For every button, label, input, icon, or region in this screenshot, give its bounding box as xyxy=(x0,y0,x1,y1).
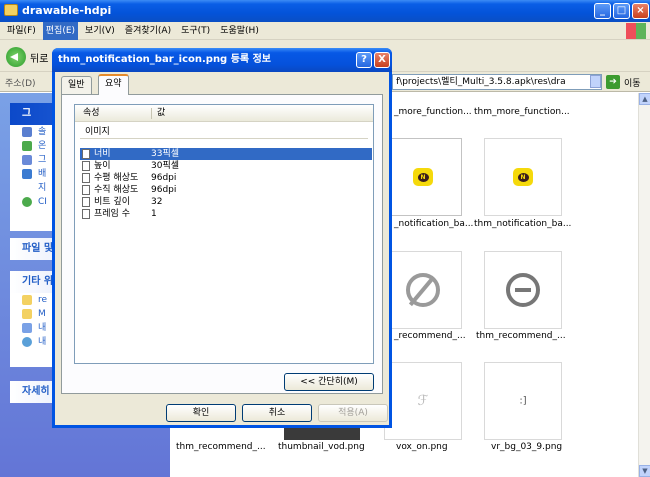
task-icon xyxy=(22,197,32,207)
menu-edit[interactable]: 편집(E) xyxy=(42,22,79,40)
document-icon xyxy=(82,185,90,195)
back-arrow-icon[interactable] xyxy=(6,47,26,67)
minimize-button[interactable]: _ xyxy=(594,3,611,19)
file-thumbnail[interactable] xyxy=(384,251,462,329)
window-title: drawable-hdpi xyxy=(22,4,112,17)
property-row[interactable]: 비트 깊이 32 xyxy=(80,196,372,208)
nine-patch-icon: :] xyxy=(519,395,527,407)
go-button-label[interactable]: 이동 xyxy=(624,76,641,89)
task-icon xyxy=(22,169,32,179)
file-thumbnail[interactable] xyxy=(484,251,562,329)
property-row[interactable]: 높이 30픽셀 xyxy=(80,160,372,172)
property-row[interactable]: 프레임 수1 xyxy=(80,208,372,220)
chat-icon: N xyxy=(513,168,533,186)
simple-view-button[interactable]: << 간단히(M) xyxy=(284,373,374,391)
windows-logo-icon xyxy=(626,23,646,39)
task-icon xyxy=(22,141,32,151)
file-thumbnail[interactable]: ℱ xyxy=(384,362,462,440)
file-label[interactable]: thm_recommend_... xyxy=(176,442,266,452)
menu-tools[interactable]: 도구(T) xyxy=(178,22,213,40)
task-icon xyxy=(22,127,32,137)
property-row[interactable]: 너비 33픽셀 xyxy=(80,148,372,160)
address-label: 주소(D) xyxy=(5,79,36,89)
ok-button[interactable]: 확인 xyxy=(166,404,236,422)
document-icon xyxy=(82,173,90,183)
file-label[interactable]: thm_more_function... xyxy=(474,107,570,117)
scroll-up-icon[interactable]: ▲ xyxy=(639,93,650,105)
dialog-close-button[interactable]: X xyxy=(374,52,390,68)
vox-icon: ℱ xyxy=(417,393,429,409)
task-icon xyxy=(22,155,32,165)
back-button-label[interactable]: 뒤로 xyxy=(30,50,48,65)
column-property[interactable]: 속성 xyxy=(83,105,100,122)
properties-list: 속성 값 이미지 너비 33픽셀 높이 30픽셀 수평 해상도 96dpi 수직 해상… xyxy=(74,104,374,364)
document-icon xyxy=(82,149,90,159)
file-label[interactable]: thumbnail_vod.png xyxy=(278,442,365,452)
file-label[interactable]: vr_bg_03_9.png xyxy=(491,442,562,452)
list-header: 속성 값 xyxy=(75,105,373,122)
property-row[interactable]: 수직 해상도 96dpi xyxy=(80,184,372,196)
recommend-minus-icon xyxy=(506,273,540,307)
file-thumbnail[interactable]: :] xyxy=(484,362,562,440)
recommend-off-icon xyxy=(406,273,440,307)
vertical-scrollbar[interactable]: ▲ ▼ xyxy=(638,93,650,477)
document-icon xyxy=(82,209,90,219)
document-icon xyxy=(82,197,90,207)
computer-icon xyxy=(22,323,32,333)
help-button[interactable]: ? xyxy=(356,52,372,68)
address-input[interactable]: f\projects\멜티_Multi_3.5.8.apk\res\dra xyxy=(392,74,602,90)
menu-file[interactable]: 파일(F) xyxy=(4,22,39,40)
document-icon xyxy=(82,161,90,171)
menu-favorites[interactable]: 즐겨찾기(A) xyxy=(122,22,174,40)
menu-help[interactable]: 도움말(H) xyxy=(217,22,262,40)
explorer-titlebar[interactable]: drawable-hdpi xyxy=(0,0,650,22)
tab-general[interactable]: 일반 xyxy=(61,76,92,94)
chat-icon: N xyxy=(413,168,433,186)
file-label[interactable]: _more_function... xyxy=(394,107,472,117)
scroll-down-icon[interactable]: ▼ xyxy=(639,465,650,477)
folder-icon xyxy=(22,295,32,305)
menu-view[interactable]: 보기(V) xyxy=(82,22,118,40)
maximize-button[interactable]: □ xyxy=(613,3,630,19)
go-arrow-icon[interactable]: ➔ xyxy=(606,75,620,89)
properties-dialog: thm_notification_bar_icon.png 등록 정보 ? X … xyxy=(52,48,392,428)
dialog-title[interactable]: thm_notification_bar_icon.png 등록 정보 xyxy=(52,48,392,72)
file-thumbnail[interactable]: N xyxy=(484,138,562,216)
folder-icon xyxy=(4,4,18,16)
section-image: 이미지 xyxy=(80,125,368,139)
file-label[interactable]: _recommend_... xyxy=(394,331,466,341)
close-button[interactable]: × xyxy=(632,3,649,19)
column-value[interactable]: 값 xyxy=(157,105,165,122)
file-label[interactable]: thm_notification_ba... xyxy=(474,219,571,229)
file-label[interactable]: vox_on.png xyxy=(396,442,448,452)
network-icon xyxy=(22,337,32,347)
folder-icon xyxy=(22,309,32,319)
menu-bar: 파일(F) 편집(E) 보기(V) 즐겨찾기(A) 도구(T) 도움말(H) xyxy=(0,22,650,40)
file-label[interactable]: _notification_ba... xyxy=(394,219,473,229)
tab-panel: 속성 값 이미지 너비 33픽셀 높이 30픽셀 수평 해상도 96dpi 수직 해상… xyxy=(61,94,383,394)
property-row[interactable]: 수평 해상도 96dpi xyxy=(80,172,372,184)
cancel-button[interactable]: 취소 xyxy=(242,404,312,422)
file-label[interactable]: thm_recommend_... xyxy=(476,331,566,341)
apply-button[interactable]: 적용(A) xyxy=(318,404,388,422)
column-separator[interactable] xyxy=(151,108,152,119)
file-thumbnail[interactable]: N xyxy=(384,138,462,216)
address-dropdown-icon[interactable] xyxy=(590,75,601,88)
tab-summary[interactable]: 요약 xyxy=(98,74,129,95)
